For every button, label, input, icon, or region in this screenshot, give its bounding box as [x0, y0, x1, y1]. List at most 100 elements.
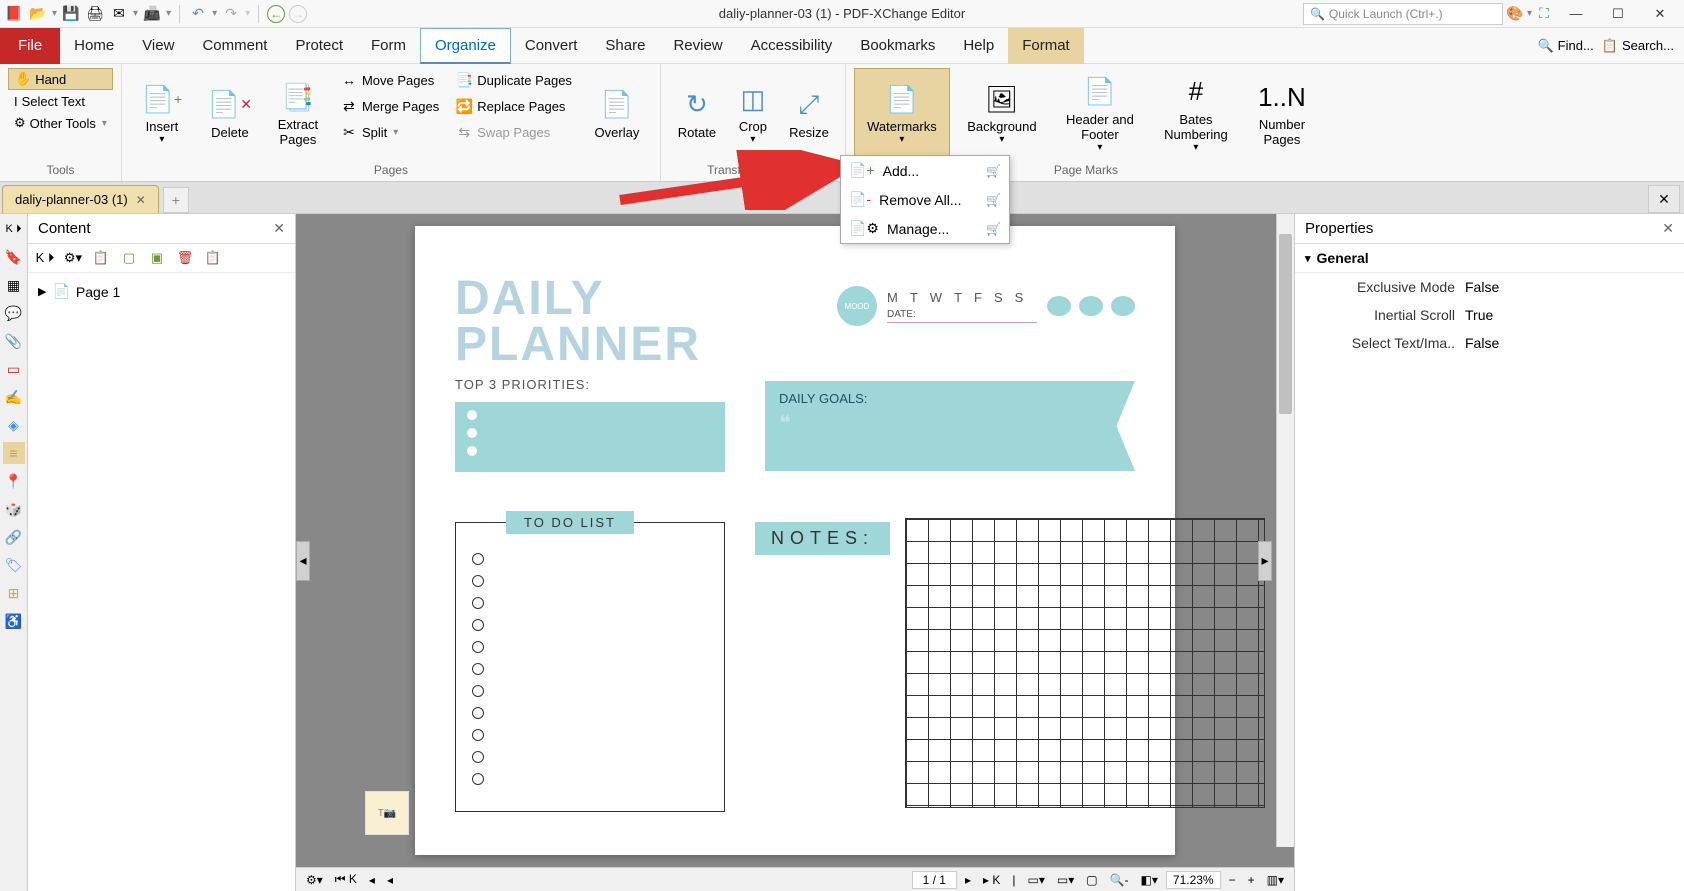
background-button[interactable]: 🖼Background▾ [954, 68, 1050, 158]
sb-nav-k[interactable]: ⏮ K [331, 872, 361, 887]
open-icon[interactable]: 📂 [28, 4, 48, 24]
dropdown-remove[interactable]: 📄-Remove All...🛒 [841, 185, 1009, 214]
sb-next[interactable]: ▸ [961, 873, 975, 887]
ct-trash-icon[interactable]: 🗑 [174, 248, 196, 268]
ct-props-icon[interactable]: 📋 [202, 248, 224, 268]
number-pages-button[interactable]: 1..NNumber Pages [1246, 68, 1318, 158]
menu-accessibility[interactable]: Accessibility [737, 28, 847, 64]
menu-format[interactable]: Format [1008, 28, 1084, 64]
header-footer-button[interactable]: 📄Header and Footer▾ [1054, 68, 1146, 158]
file-menu[interactable]: File [0, 28, 60, 64]
sidebar-attachments-icon[interactable]: 📎 [3, 330, 25, 352]
collapse-right-handle[interactable]: ▸ [1258, 541, 1272, 581]
sidebar-fields-icon[interactable]: ▭ [3, 358, 25, 380]
close-button[interactable]: ✕ [1640, 1, 1680, 27]
duplicate-pages-button[interactable]: 📑Duplicate Pages [449, 68, 578, 92]
quick-launch-input[interactable]: 🔍 Quick Launch (Ctrl+.) [1303, 3, 1503, 25]
save-icon[interactable]: 💾 [61, 4, 81, 24]
vertical-scrollbar[interactable] [1276, 214, 1294, 847]
forward-icon[interactable]: → [289, 5, 307, 23]
sidebar-order-icon[interactable]: ⊞ [3, 582, 25, 604]
menu-form[interactable]: Form [357, 28, 420, 64]
sidebar-comments-icon[interactable]: 💬 [3, 302, 25, 324]
menu-convert[interactable]: Convert [511, 28, 592, 64]
resize-button[interactable]: ⤢Resize [781, 68, 837, 158]
menu-help[interactable]: Help [949, 28, 1008, 64]
ui-options-icon[interactable]: 🎨 [1505, 4, 1525, 24]
sb-zoom-plus[interactable]: + [1244, 873, 1259, 887]
sb-last[interactable]: ▸ K [979, 873, 1004, 887]
replace-pages-button[interactable]: 🔁Replace Pages [449, 94, 578, 118]
sidebar-3d-icon[interactable]: 🎲 [3, 498, 25, 520]
prop-row-select-text[interactable]: Select Text/Ima.. False [1295, 329, 1684, 357]
minimize-button[interactable]: — [1556, 1, 1596, 27]
ct-copy-icon[interactable]: 📋 [90, 248, 112, 268]
sb-zoom-value[interactable]: 71.23% [1166, 871, 1221, 889]
content-close-icon[interactable]: ✕ [273, 220, 285, 237]
fullscreen-icon[interactable]: ⛶ [1534, 4, 1554, 24]
sidebar-signatures-icon[interactable]: ✍ [3, 386, 25, 408]
sidebar-layers-icon[interactable]: ◈ [3, 414, 25, 436]
tab-close-icon[interactable]: ✕ [136, 193, 146, 207]
menu-protect[interactable]: Protect [281, 28, 357, 64]
dropdown-manage[interactable]: 📄⚙Manage...🛒 [841, 214, 1009, 243]
menu-comment[interactable]: Comment [188, 28, 281, 64]
overlay-button[interactable]: 📄Overlay [582, 68, 652, 158]
delete-button[interactable]: 📄✕Delete [198, 68, 262, 158]
rotate-button[interactable]: ↻Rotate [669, 68, 725, 158]
sidebar-dest-icon[interactable]: 📍 [3, 470, 25, 492]
split-button[interactable]: ✂Split▾ [334, 120, 445, 144]
insert-button[interactable]: 📄+Insert▾ [130, 68, 194, 158]
menu-bookmarks[interactable]: Bookmarks [846, 28, 949, 64]
sb-zoom-out[interactable]: 🔍- [1106, 873, 1133, 887]
ct-gear-icon[interactable]: ⚙▾ [62, 248, 84, 268]
scan-icon[interactable]: 📠 [142, 4, 162, 24]
sidebar-bookmark-icon[interactable]: 🔖 [3, 246, 25, 268]
menu-view[interactable]: View [128, 28, 188, 64]
sb-layout[interactable]: ▥▾ [1263, 873, 1288, 887]
maximize-button[interactable]: ☐ [1598, 1, 1638, 27]
sidebar-links-icon[interactable]: 🔗 [3, 526, 25, 548]
menu-home[interactable]: Home [60, 28, 128, 64]
move-pages-button[interactable]: ↔Move Pages [334, 68, 445, 92]
ct-box2-icon[interactable]: ▣ [146, 248, 168, 268]
tool-hand[interactable]: ✋Hand [8, 68, 113, 90]
sb-view1[interactable]: ▭▾ [1023, 873, 1048, 887]
bates-button[interactable]: #Bates Numbering▾ [1150, 68, 1242, 158]
sidebar-accessibility-icon[interactable]: ♿ [3, 610, 25, 632]
sb-prev[interactable]: ◂ [383, 873, 397, 887]
undo-icon[interactable]: ↶ [188, 4, 208, 24]
document-viewport[interactable]: ◂ ▸ DAILY PLANNER MOOD MTWTFSS DATE: [296, 214, 1294, 867]
mail-icon[interactable]: ✉ [109, 4, 129, 24]
sidebar-thumbnails-icon[interactable]: ▦ [3, 274, 25, 296]
ct-expand-icon[interactable]: K ⏵ [34, 248, 56, 268]
menu-organize[interactable]: Organize [420, 28, 511, 64]
close-all-tabs[interactable]: ✕ [1648, 185, 1680, 213]
new-tab-button[interactable]: + [163, 187, 189, 213]
sb-page[interactable]: 1 / 1 [912, 871, 957, 889]
menu-share[interactable]: Share [591, 28, 659, 64]
prop-row-inertial[interactable]: Inertial Scroll True [1295, 301, 1684, 329]
search-button[interactable]: 📋Search... [1602, 38, 1674, 54]
sb-view3[interactable]: ▢ [1082, 873, 1101, 887]
find-button[interactable]: 🔍Find... [1537, 38, 1593, 54]
tool-other[interactable]: ⚙Other Tools▾ [8, 113, 113, 133]
tree-page1[interactable]: ▶ 📄 Page 1 [38, 279, 285, 304]
document-tab[interactable]: daliy-planner-03 (1) ✕ [2, 185, 159, 213]
back-icon[interactable]: ← [267, 5, 285, 23]
prop-row-exclusive[interactable]: Exclusive Mode False [1295, 273, 1684, 301]
sb-zoom-minus[interactable]: − [1225, 873, 1240, 887]
properties-close-icon[interactable]: ✕ [1662, 220, 1674, 237]
sb-options-icon[interactable]: ⚙▾ [302, 873, 327, 887]
sb-first[interactable]: ◂ [365, 873, 379, 887]
sb-view2[interactable]: ▭▾ [1053, 873, 1078, 887]
sidebar-content-icon[interactable]: ≡ [3, 442, 25, 464]
sb-zoom-dropdown[interactable]: ◧▾ [1137, 873, 1162, 887]
ct-box1-icon[interactable]: ▢ [118, 248, 140, 268]
tool-select-text[interactable]: ISelect Text [8, 92, 113, 111]
extract-button[interactable]: 📑Extract Pages [266, 68, 330, 158]
properties-general-section[interactable]: ▾ General [1295, 244, 1684, 273]
sidebar-k-icon[interactable]: K ⏵ [3, 218, 25, 240]
watermarks-button[interactable]: 📄Watermarks▾ [854, 68, 950, 158]
swap-pages-button[interactable]: ⇆Swap Pages [449, 120, 578, 144]
